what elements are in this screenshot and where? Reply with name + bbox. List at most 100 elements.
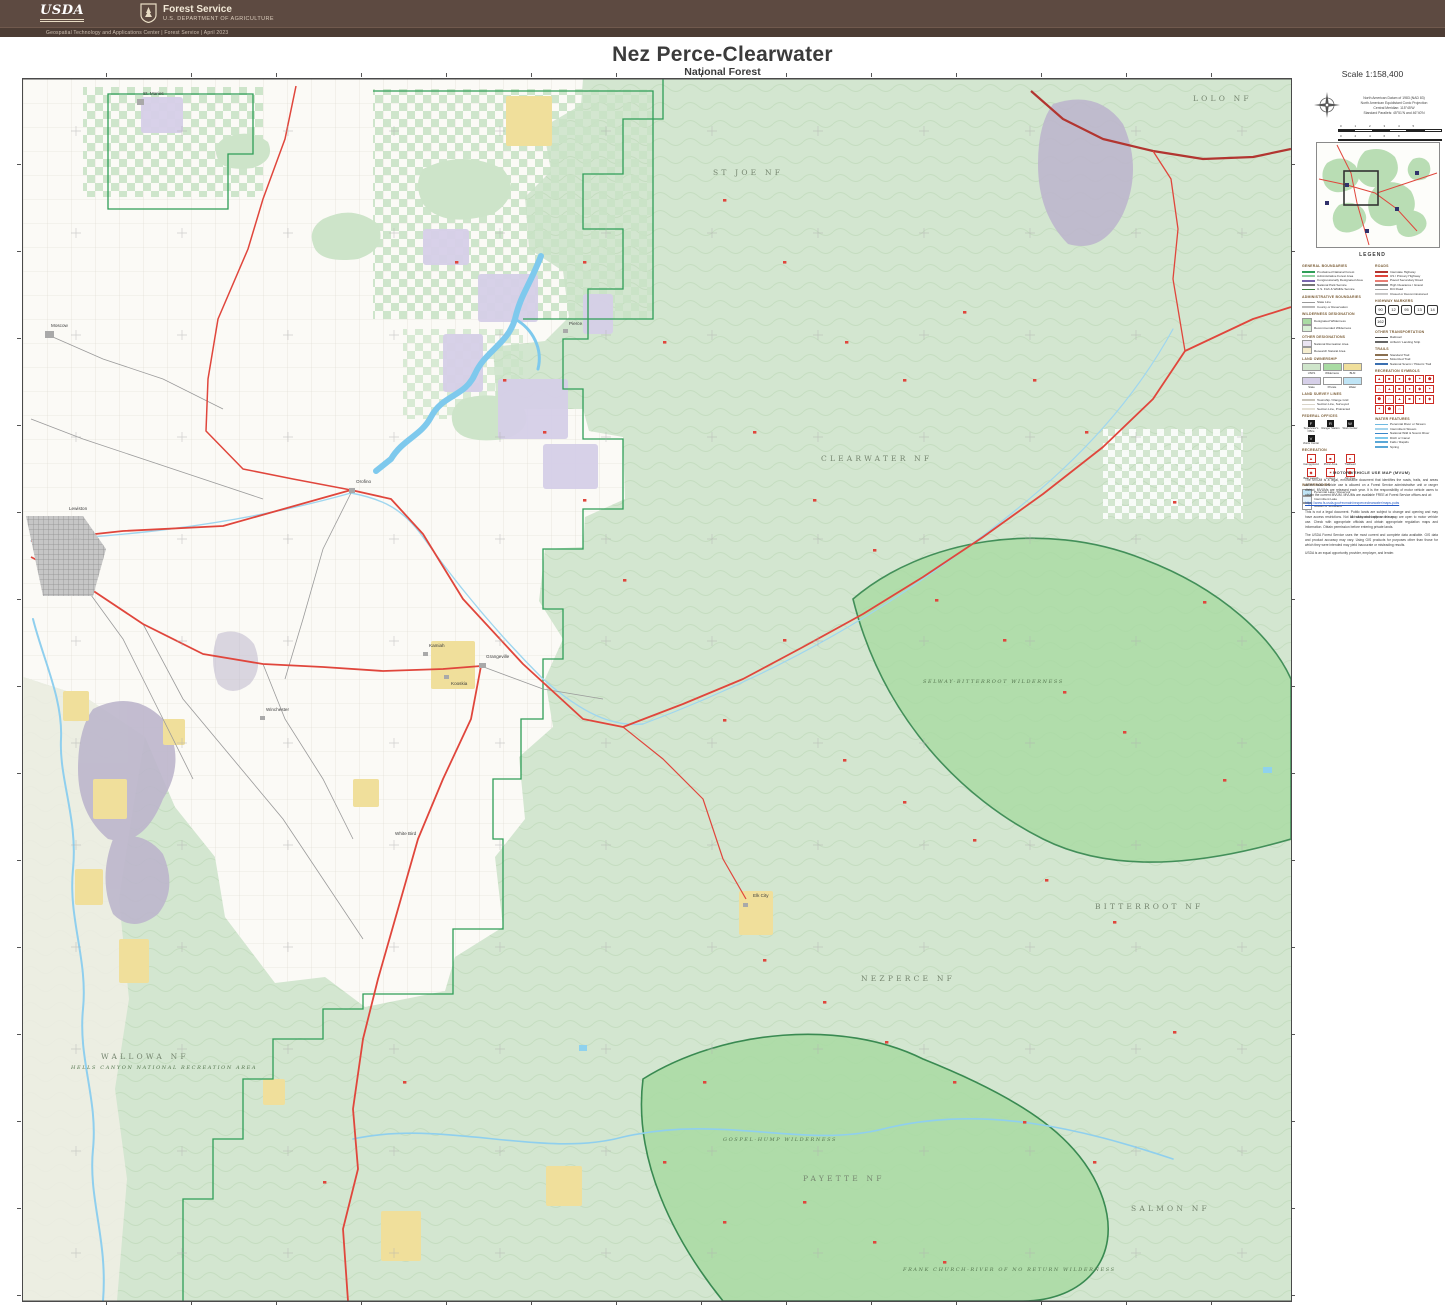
poi-marker	[903, 379, 906, 382]
recreation-icon: ●Trailhead	[1341, 454, 1359, 467]
poi-marker	[1203, 601, 1206, 604]
poi-marker	[763, 959, 766, 962]
trail-marker-icon: ◆	[1425, 395, 1434, 404]
poi-marker	[623, 579, 626, 582]
poi-marker	[1045, 879, 1048, 882]
town-label: Orofino	[356, 479, 372, 484]
wilderness-label: SELWAY-BITTERROOT WILDERNESS	[923, 679, 1064, 685]
trail-marker-icon: ●	[1415, 395, 1424, 404]
legend-item: Recommended Wilderness	[1302, 325, 1370, 332]
legend-item: Spring	[1375, 445, 1443, 449]
ownership-swatch: State	[1302, 377, 1321, 390]
topographic-map: ST JOE NFLOLO NFCLEARWATER NFNEZPERCE NF…	[23, 79, 1291, 1301]
highway-shield-icon: 14	[1427, 305, 1438, 315]
poi-marker	[813, 499, 816, 502]
scale-label: Scale 1:158,400	[1300, 69, 1445, 79]
poi-marker	[885, 1041, 888, 1044]
federal-office-icon: WWork Center	[1341, 420, 1359, 434]
legend-section-heading: RECREATION SYMBOLS	[1375, 369, 1443, 373]
legend-item: Designated Wilderness	[1302, 318, 1370, 325]
poi-marker	[1113, 921, 1116, 924]
ownership-swatch: USFS	[1302, 363, 1321, 376]
poi-marker	[1123, 731, 1126, 734]
federal-office-icon: FSupervisor's Office	[1302, 420, 1320, 434]
poi-marker	[753, 431, 756, 434]
trail-marker-icon: ●	[1395, 375, 1404, 384]
trail-marker-icon: ▲	[1395, 395, 1404, 404]
poi-marker	[803, 1201, 806, 1204]
trail-marker-icon: ✶	[1415, 375, 1424, 384]
poi-marker	[663, 1161, 666, 1164]
trail-marker-icon: ●	[1405, 385, 1414, 394]
wilderness-label: FRANK CHURCH-RIVER OF NO RETURN WILDERNE…	[902, 1267, 1116, 1273]
mvum-equal-opportunity: USDA is an equal opportunity provider, e…	[1305, 551, 1438, 556]
poi-marker	[723, 719, 726, 722]
legend-item: County or Reservation	[1302, 305, 1370, 309]
map-canvas[interactable]: ST JOE NFLOLO NFCLEARWATER NFNEZPERCE NF…	[22, 78, 1292, 1302]
forest-label: LOLO NF	[1193, 94, 1252, 103]
legend-title: LEGEND	[1302, 252, 1443, 258]
wilderness-label: HELLS CANYON NATIONAL RECREATION AREA	[70, 1065, 257, 1071]
poi-marker	[1033, 379, 1036, 382]
wilderness-label: GOSPEL-HUMP WILDERNESS	[723, 1137, 837, 1143]
poi-marker	[1063, 691, 1066, 694]
poi-marker	[583, 499, 586, 502]
map-ticks-top	[22, 73, 1290, 77]
highway-shield-icon: 13	[1414, 305, 1425, 315]
legend-section-heading: ROADS	[1375, 264, 1443, 268]
ownership-swatch: Private	[1323, 377, 1342, 390]
poi-marker	[455, 261, 458, 264]
ownership-swatch: Wilderness	[1323, 363, 1342, 376]
trail-marker-icon: ⌂	[1375, 385, 1384, 394]
legend-section-heading: ADMINISTRATIVE BOUNDARIES	[1302, 295, 1370, 299]
department-name: U.S. DEPARTMENT OF AGRICULTURE	[163, 16, 274, 22]
legend-section-heading: TRAILS	[1375, 347, 1443, 351]
usda-logo-stripes	[40, 19, 84, 23]
federal-office-icon: RRanger Station	[1322, 420, 1340, 434]
poi-marker	[943, 1261, 946, 1264]
poi-marker	[1023, 1121, 1026, 1124]
poi-marker	[403, 1081, 406, 1084]
map-ticks-left	[17, 78, 21, 1300]
miles-ticks: 0 1 2 3 4 5	[1340, 124, 1442, 128]
poi-marker	[783, 261, 786, 264]
mvum-paragraph-3: The USDA Forest Service uses the most cu…	[1305, 533, 1438, 548]
usda-logo: USDA	[40, 4, 84, 17]
poi-marker	[1223, 779, 1226, 782]
km-ticks: 0 2 4 6 8	[1340, 134, 1442, 138]
highway-shield-icon: 90	[1375, 305, 1386, 315]
town-label: Elk City	[753, 893, 769, 898]
poi-marker	[323, 1181, 326, 1184]
highway-shield-icon: 162	[1375, 317, 1386, 327]
trail-marker-icon: ⌂	[1395, 405, 1404, 414]
poi-marker	[663, 341, 666, 344]
legend-section-heading: LAND SURVEY LINES	[1302, 392, 1370, 396]
credit-line: Geospatial Technology and Applications C…	[46, 30, 228, 36]
poi-marker	[935, 599, 938, 602]
trail-marker-icon: ■	[1385, 375, 1394, 384]
town-label: St. Maries	[143, 91, 164, 96]
poi-marker	[873, 549, 876, 552]
legend-item: Closed or Decommissioned	[1375, 292, 1443, 296]
trail-marker-icon: ■	[1405, 395, 1414, 404]
trail-marker-icon: ⬟	[1425, 375, 1434, 384]
poi-marker	[503, 379, 506, 382]
trail-marker-icon: ⬟	[1385, 405, 1394, 414]
projection-info: North American Datum of 1983 (NAD 83) No…	[1346, 96, 1442, 116]
legend-section-heading: HIGHWAY MARKERS	[1375, 299, 1443, 303]
poi-marker	[963, 311, 966, 314]
legend-item: National Recreation Area	[1302, 340, 1370, 347]
highway-shield-icon: 95	[1401, 305, 1412, 315]
ownership-swatch: BLM	[1343, 363, 1362, 376]
legend-section-heading: RECREATION	[1302, 448, 1370, 452]
poi-marker	[543, 431, 546, 434]
mvum-text-block: MOTOR VEHICLE USE MAP (MVUM) The MVUM is…	[1305, 470, 1438, 560]
trail-marker-icon: ✶	[1375, 405, 1384, 414]
trail-marker-icon: ▲	[1385, 385, 1394, 394]
town-label: Moscow	[51, 323, 69, 328]
trail-marker-icon: ◆	[1415, 385, 1424, 394]
mvum-link[interactable]: https://www.fs.usda.gov/recmain/nezperce…	[1305, 501, 1438, 506]
poi-marker	[843, 759, 846, 762]
highway-shield-icon: 12	[1388, 305, 1399, 315]
poi-marker	[873, 1241, 876, 1244]
